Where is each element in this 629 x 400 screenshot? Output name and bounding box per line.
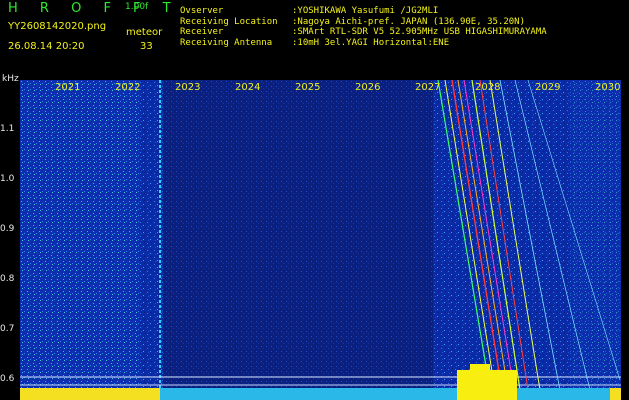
info-value: :Nagoya Aichi-pref. JAPAN (136.90E, 35.2… (292, 16, 525, 27)
minute-tick-label: 2030 (595, 82, 621, 93)
info-row-receiver: Receiver :SMArt RTL-SDR V5 52.905MHz USB… (180, 27, 547, 38)
minute-tick-label: 2024 (235, 82, 261, 93)
minute-tick-label: 2026 (355, 82, 381, 93)
meteor-label: meteor (126, 27, 163, 38)
meteor-count: 33 (140, 41, 153, 52)
info-row-antenna: Receiving Antenna :10mH 3el.YAGI Horizon… (180, 38, 547, 49)
minute-tick-label: 2021 (55, 82, 81, 93)
minute-tick-label: 2022 (115, 82, 141, 93)
header-panel: H R O F F T 1.00f YY2608142020.png meteo… (0, 0, 629, 75)
datetime-label: 26.08.14 20:20 (8, 41, 85, 52)
freq-tick-label: 0.6 (0, 374, 15, 384)
spectrogram-canvas (20, 80, 621, 400)
freq-tick-label: 0.8 (0, 274, 15, 284)
info-value: :YOSHIKAWA Yasufumi /JG2MLI (292, 6, 439, 16)
minute-tick-label: 2029 (535, 82, 561, 93)
info-row-observer: Ovserver :YOSHIKAWA Yasufumi /JG2MLI (180, 6, 547, 17)
station-info: Ovserver :YOSHIKAWA Yasufumi /JG2MLI Rec… (180, 6, 547, 48)
minute-tick-label: 2027 (415, 82, 441, 93)
freq-tick-label: 1.1 (0, 124, 15, 134)
info-value: :10mH 3el.YAGI Horizontal:ENE (292, 37, 450, 48)
app-title: H R O F F T (8, 1, 180, 16)
image-filename: YY2608142020.png (8, 21, 107, 32)
info-key: Receiving Location (180, 16, 278, 27)
info-value: :SMArt RTL-SDR V5 52.905MHz USB HIGASHIM… (292, 27, 547, 37)
freq-tick-label: 0.7 (0, 324, 15, 334)
version-label: 1.00f (125, 2, 149, 12)
minute-tick-label: 2023 (175, 82, 201, 93)
freq-tick-label: 0.9 (0, 224, 15, 234)
info-row-location: Receiving Location :Nagoya Aichi-pref. J… (180, 17, 547, 28)
freq-tick-label: 1.0 (0, 174, 15, 184)
spectrogram-plot (20, 80, 621, 400)
minute-tick-label: 2028 (475, 82, 501, 93)
info-key: Receiver (180, 27, 224, 37)
info-key: Ovserver (180, 6, 224, 16)
info-key: Receiving Antenna (180, 37, 273, 48)
minute-tick-label: 2025 (295, 82, 321, 93)
freq-unit-label: kHz (2, 74, 19, 84)
